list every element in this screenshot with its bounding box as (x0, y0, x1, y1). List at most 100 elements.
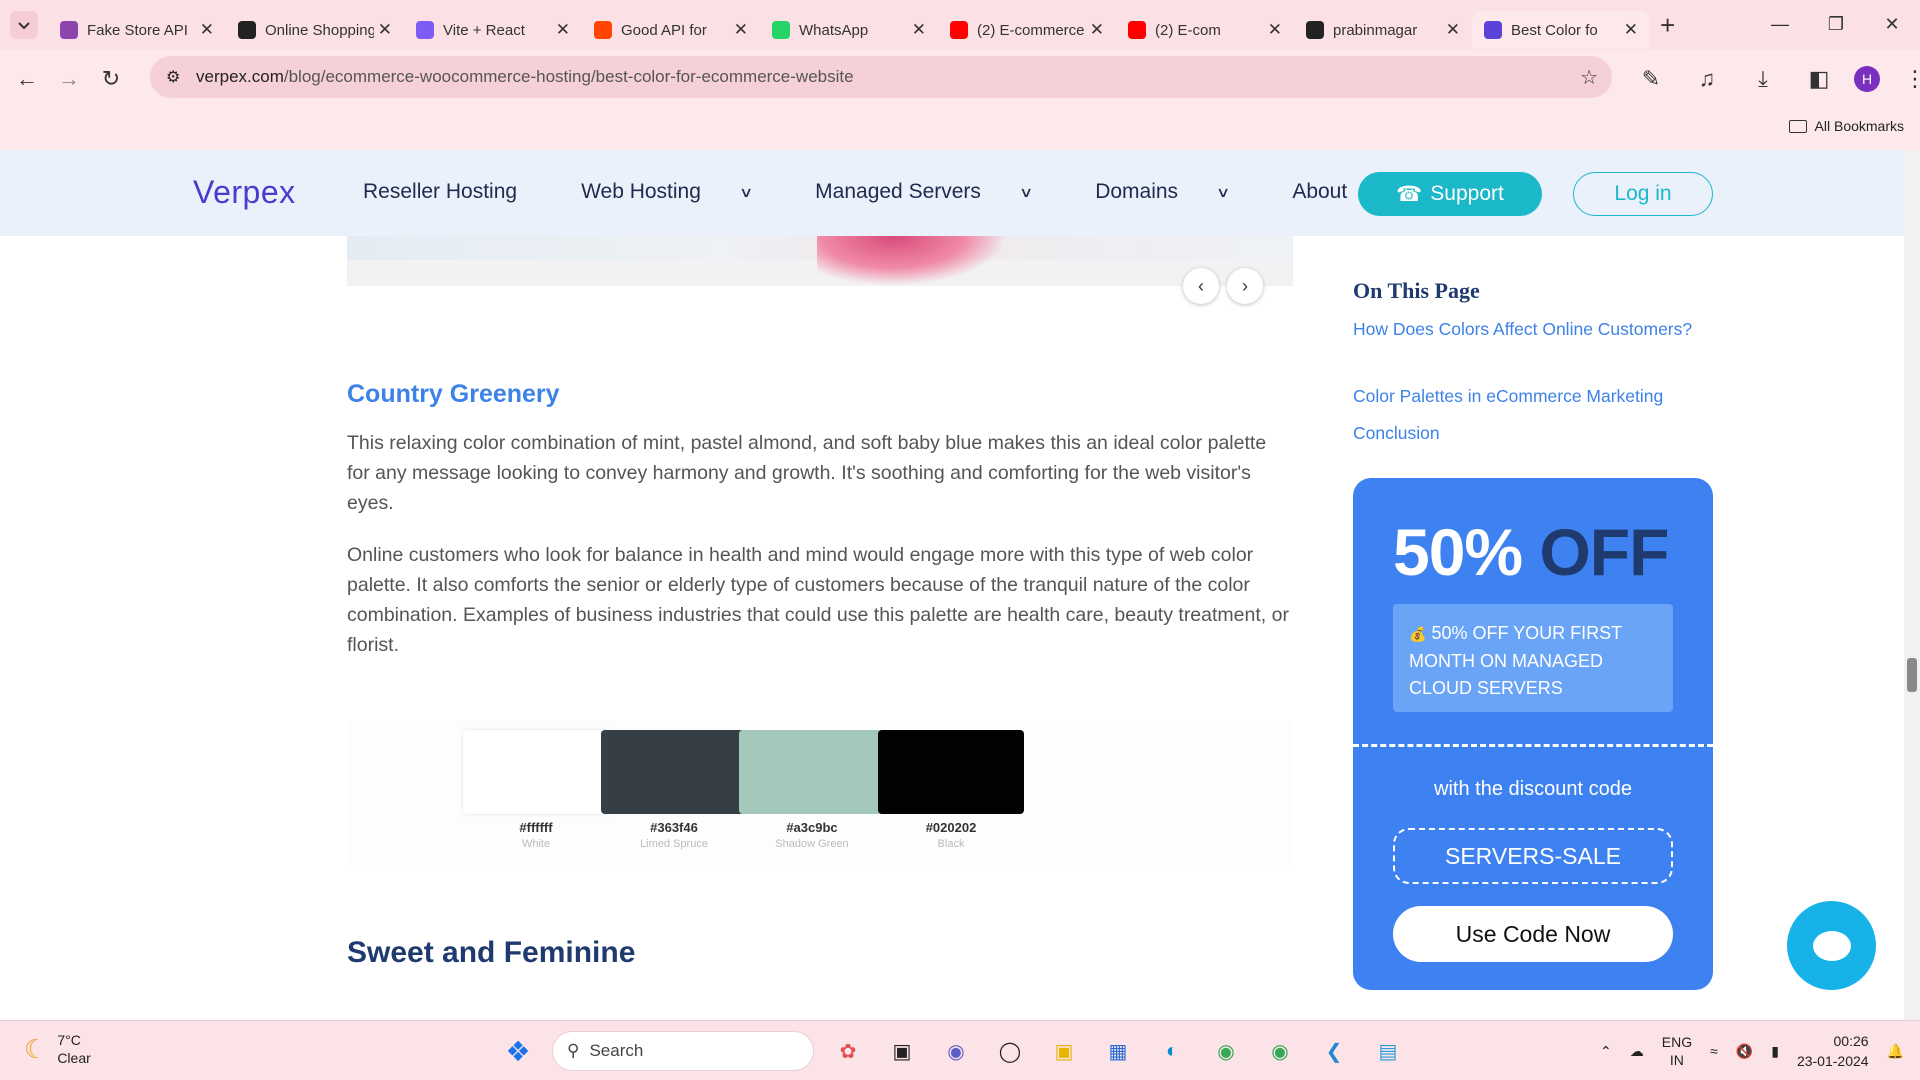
extensions-icon[interactable]: ✎ (1630, 58, 1672, 100)
browser-tab[interactable]: prabinmagar ✕ (1294, 11, 1472, 49)
discount-code-label: with the discount code (1434, 778, 1632, 800)
windows-start-icon[interactable]: ❖ (498, 1031, 538, 1071)
profile-avatar[interactable]: H (1854, 66, 1880, 92)
browser-tab[interactable]: Fake Store API ✕ (48, 11, 226, 49)
teams-icon[interactable]: ◉ (936, 1031, 976, 1071)
edge-icon[interactable]: ◐ (1152, 1031, 1192, 1071)
nav-item[interactable]: Managed Servers ∨ (815, 180, 1063, 204)
browser-tab[interactable]: (2) E-com ✕ (1116, 11, 1294, 49)
restore-button[interactable]: ❐ (1808, 0, 1864, 48)
swatch-hex: #020202 (925, 820, 977, 835)
nav-item-label: Web Hosting (581, 180, 701, 203)
chevron-up-icon[interactable]: ⌃ (1600, 1043, 1612, 1060)
nav-item[interactable]: Reseller Hosting (363, 180, 549, 204)
reddit-icon (594, 21, 612, 39)
tab-title: Vite + React (443, 21, 525, 39)
bookmark-star-icon[interactable]: ☆ (1580, 65, 1598, 90)
download-icon[interactable]: ⤓ (1742, 58, 1784, 100)
toc-link[interactable]: How Does Colors Affect Online Customers? (1353, 316, 1693, 343)
page-scrollbar[interactable] (1904, 150, 1920, 1020)
battery-icon[interactable]: ▮ (1771, 1043, 1779, 1060)
paragraph-1: This relaxing color combination of mint,… (347, 432, 1267, 514)
address-bar[interactable]: ⚙ verpex.com/blog/ecommerce-woocommerce-… (150, 56, 1612, 98)
browser-tab[interactable]: Vite + React ✕ (404, 11, 582, 49)
dell-icon[interactable]: ◯ (990, 1031, 1030, 1071)
onedrive-icon[interactable]: ☁ (1630, 1043, 1644, 1060)
browser-toolbar: ← → ↻ ⚙ verpex.com/blog/ecommerce-woocom… (0, 50, 1920, 108)
site-info-icon[interactable]: ⚙ (166, 67, 180, 87)
store-icon[interactable]: ▦ (1098, 1031, 1138, 1071)
file-explorer-icon[interactable]: ▣ (1044, 1031, 1084, 1071)
nav-item[interactable]: Web Hosting ∨ (581, 180, 783, 204)
amazon-icon (238, 21, 256, 39)
carousel-prev-button[interactable]: ‹ (1183, 268, 1219, 304)
notepad-icon[interactable]: ▤ (1368, 1031, 1408, 1071)
new-tab-button[interactable]: + (1660, 10, 1675, 41)
language-indicator[interactable]: ENG IN (1662, 1033, 1692, 1069)
minimize-button[interactable]: — (1752, 0, 1808, 48)
chrome-icon[interactable]: ◉ (1206, 1031, 1246, 1071)
lang-code: ENG (1661, 1034, 1693, 1050)
browser-tab[interactable]: (2) E-commerce ✕ (938, 11, 1116, 49)
close-tab-icon[interactable]: ✕ (200, 20, 214, 40)
section-title: Country Greenery (347, 380, 560, 408)
close-tab-icon[interactable]: ✕ (1624, 20, 1638, 40)
color-swatch (601, 730, 747, 814)
back-button[interactable]: ← (6, 58, 48, 100)
browser-tab[interactable]: Online Shopping ✕ (226, 11, 404, 49)
browser-tab[interactable]: Good API for ✕ (582, 11, 760, 49)
system-tray: ⌃ ☁ ENG IN ≈ 🔇 ▮ 00:26 23-01-2024 🔔 (1600, 1031, 1904, 1071)
close-tab-icon[interactable]: ✕ (556, 20, 570, 40)
chevron-down-icon: ∨ (1018, 183, 1034, 200)
close-tab-icon[interactable]: ✕ (734, 20, 748, 40)
promo-banner: 50% OFF 💰 50% OFF YOUR FIRST MONTH ON MA… (1353, 478, 1713, 990)
site-header: Verpex Reseller Hosting Web Hosting ∨ Manag… (0, 150, 1904, 236)
color-swatch (878, 730, 1024, 814)
nav-item-label: Managed Servers (815, 180, 981, 203)
menu-kebab-icon[interactable]: ⋮ (1894, 58, 1920, 100)
close-tab-icon[interactable]: ✕ (1268, 20, 1282, 40)
task-view-icon[interactable]: ▣ (882, 1031, 922, 1071)
media-controls-icon[interactable]: ♫ (1686, 58, 1728, 100)
article-body: ‹ › Country Greenery This relaxing color… (347, 236, 1293, 1020)
weather-widget[interactable]: ☾ 7°C Clear (24, 1031, 91, 1067)
notification-bell-icon[interactable]: 🔔 (1887, 1043, 1904, 1060)
forward-button[interactable]: → (48, 58, 90, 100)
copilot-icon[interactable]: ✿ (828, 1031, 868, 1071)
tab-search-button[interactable] (10, 11, 38, 39)
vscode-icon[interactable]: ❮ (1314, 1031, 1354, 1071)
url-text[interactable]: verpex.com/blog/ecommerce-woocommerce-ho… (196, 67, 854, 87)
scrollbar-thumb[interactable] (1907, 658, 1917, 692)
verpex-logo[interactable]: Verpex (193, 174, 296, 211)
close-window-button[interactable]: ✕ (1864, 0, 1920, 48)
volume-muted-icon[interactable]: 🔇 (1736, 1043, 1753, 1060)
toc-link[interactable]: Conclusion (1353, 420, 1693, 447)
nav-item[interactable]: Domains ∨ (1095, 180, 1260, 204)
browser-tab[interactable]: Best Color fo ✕ (1472, 11, 1650, 49)
close-tab-icon[interactable]: ✕ (1446, 20, 1460, 40)
side-panel-icon[interactable]: ◧ (1798, 58, 1840, 100)
support-button[interactable]: ☎ Support (1358, 172, 1542, 216)
use-code-button[interactable]: Use Code Now (1393, 906, 1673, 962)
whatsapp-icon (772, 21, 790, 39)
discount-code[interactable]: SERVERS-SALE (1393, 828, 1673, 884)
clock[interactable]: 00:26 23-01-2024 (1797, 1031, 1869, 1071)
promo-offer-text: 50% OFF YOUR FIRST MONTH ON MANAGED CLOU… (1409, 623, 1622, 698)
bookmarks-bar: All Bookmarks (0, 108, 1920, 150)
login-button[interactable]: Log in (1573, 172, 1713, 216)
chrome-profile-icon[interactable]: ◉ (1260, 1031, 1300, 1071)
search-placeholder: Search (589, 1041, 644, 1060)
close-tab-icon[interactable]: ✕ (1090, 20, 1104, 40)
all-bookmarks-button[interactable]: All Bookmarks (1788, 118, 1904, 134)
toc-link[interactable]: Color Palettes in eCommerce Marketing (1353, 383, 1693, 410)
chat-widget-button[interactable] (1787, 901, 1876, 990)
youtube-icon (1128, 21, 1146, 39)
carousel-next-button[interactable]: › (1227, 268, 1263, 304)
close-tab-icon[interactable]: ✕ (378, 20, 392, 40)
taskbar-search[interactable]: ⚲ Search (552, 1031, 814, 1071)
wifi-icon[interactable]: ≈ (1710, 1043, 1718, 1059)
close-tab-icon[interactable]: ✕ (912, 20, 926, 40)
browser-tab[interactable]: WhatsApp ✕ (760, 11, 938, 49)
reload-button[interactable]: ↻ (90, 58, 132, 100)
promo-off: OFF (1539, 515, 1669, 589)
